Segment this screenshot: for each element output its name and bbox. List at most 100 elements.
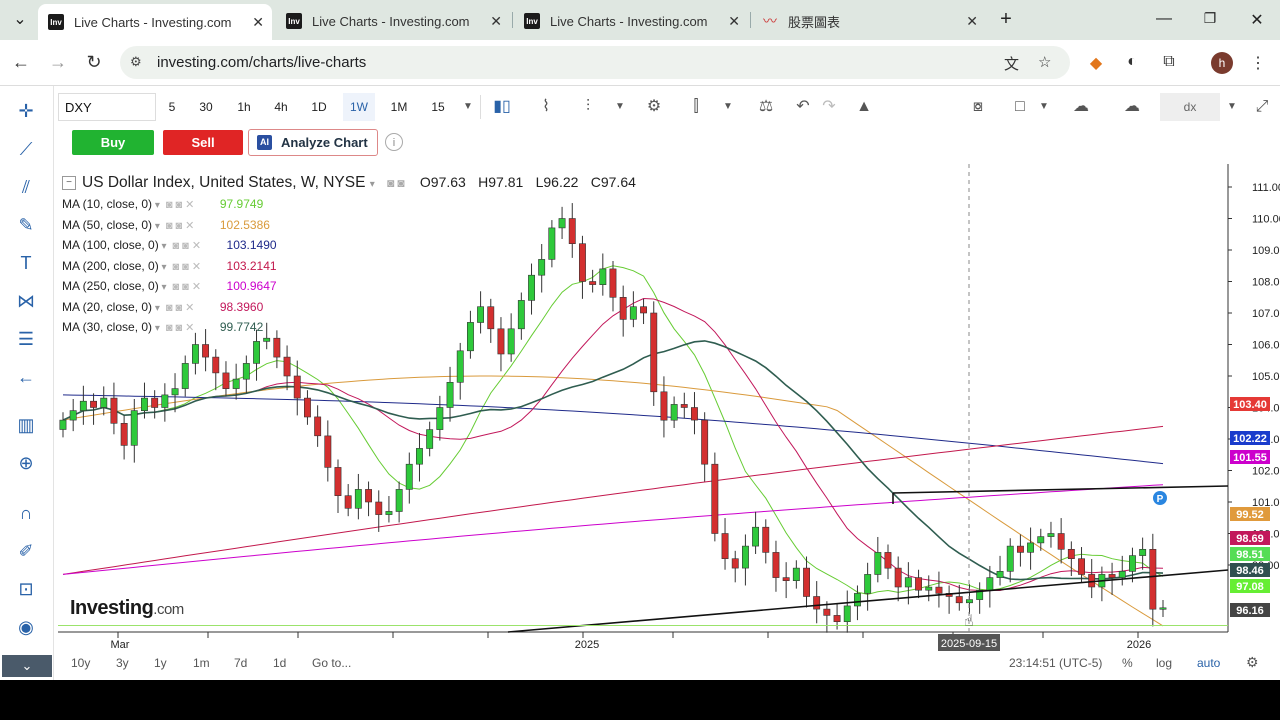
- lock-draw-icon[interactable]: ✐: [13, 538, 39, 564]
- close-icon[interactable]: ✕: [252, 14, 264, 31]
- timeframe-1h[interactable]: 1h: [232, 93, 256, 121]
- back-arrow-icon[interactable]: ←: [13, 364, 39, 390]
- indicators-icon[interactable]: ▥: [13, 412, 39, 438]
- timeframe-30[interactable]: 30: [194, 93, 218, 121]
- chevron-down-icon[interactable]: ▾: [159, 282, 166, 293]
- indicators-icon[interactable]: ⫿: [682, 93, 710, 121]
- chevron-down-icon[interactable]: ▾: [159, 262, 166, 273]
- series-settings-icon[interactable]: ◙◙: [387, 176, 408, 190]
- metamask-icon[interactable]: ◆: [1085, 53, 1107, 73]
- range-7d[interactable]: 7d: [234, 656, 247, 670]
- browser-tab-3[interactable]: Inv Live Charts - Investing.com ✕: [514, 6, 748, 36]
- ma-settings-icon[interactable]: ◙◙✕: [173, 260, 225, 273]
- close-icon[interactable]: ✕: [728, 13, 740, 30]
- range-1y[interactable]: 1y: [154, 656, 167, 670]
- extensions-puzzle-icon[interactable]: ⧉: [1158, 53, 1180, 71]
- goto-date-button[interactable]: Go to...: [312, 656, 351, 670]
- text-tool-icon[interactable]: T: [13, 250, 39, 276]
- timeframe-5[interactable]: 5: [162, 93, 182, 121]
- chevron-down-icon[interactable]: ▾: [159, 241, 166, 252]
- eye-icon[interactable]: ◉: [13, 614, 39, 640]
- omnibox[interactable]: ⚙ investing.com/charts/live-charts 文 ☆: [120, 46, 1070, 79]
- ma-settings-icon[interactable]: ◙◙✕: [173, 280, 225, 293]
- timeframe-15[interactable]: 15: [426, 93, 450, 121]
- percent-toggle[interactable]: %: [1122, 656, 1133, 670]
- browser-tab-4[interactable]: 〰 股票圖表 ✕: [752, 6, 986, 36]
- browser-tab-2[interactable]: Inv Live Charts - Investing.com ✕: [276, 6, 510, 36]
- chevron-down-icon[interactable]: ▼: [606, 93, 634, 121]
- bar-type-icon[interactable]: ⫶: [574, 93, 602, 121]
- ma-settings-icon[interactable]: ◙◙✕: [166, 198, 218, 211]
- close-icon[interactable]: ✕: [490, 13, 502, 30]
- ma-settings-icon[interactable]: ◙◙✕: [173, 239, 225, 252]
- new-tab-icon[interactable]: +: [996, 8, 1016, 31]
- magnet-icon[interactable]: ∩: [13, 500, 39, 526]
- back-arrow-icon[interactable]: ←: [10, 52, 32, 73]
- url-text[interactable]: investing.com/charts/live-charts: [157, 54, 366, 71]
- cloud-upload-icon[interactable]: ☁: [1118, 93, 1146, 121]
- range-1d[interactable]: 1d: [273, 656, 286, 670]
- chevron-down-icon[interactable]: ▾: [152, 323, 160, 334]
- timeframe-1d[interactable]: 1D: [307, 93, 331, 121]
- profile-avatar[interactable]: h: [1211, 52, 1233, 74]
- window-close-icon[interactable]: ✕: [1247, 10, 1267, 30]
- compare-scales-icon[interactable]: ⚖: [752, 93, 780, 121]
- brush-icon[interactable]: ✎: [13, 212, 39, 238]
- collapse-legend-icon[interactable]: −: [62, 176, 76, 190]
- line-chart-icon[interactable]: ⌇: [532, 93, 560, 121]
- chevron-down-icon[interactable]: ▼: [1030, 93, 1058, 121]
- ma-settings-icon[interactable]: ◙◙✕: [166, 301, 218, 314]
- site-info-icon[interactable]: ⚙: [130, 54, 142, 70]
- alert-icon[interactable]: ▲: [850, 93, 878, 121]
- lock-icon[interactable]: ⊡: [13, 576, 39, 602]
- minimize-icon[interactable]: —: [1154, 10, 1174, 28]
- prediction-icon[interactable]: ☰: [13, 326, 39, 352]
- forward-arrow-icon[interactable]: →: [47, 52, 69, 73]
- trend-line-icon[interactable]: ⟋: [13, 136, 39, 162]
- chevron-down-icon[interactable]: ▼: [454, 93, 482, 121]
- tab-search-icon[interactable]: ⌄: [10, 9, 30, 29]
- pattern-icon[interactable]: ⋈: [13, 288, 39, 314]
- info-icon[interactable]: i: [385, 133, 403, 151]
- close-icon[interactable]: ✕: [966, 13, 978, 30]
- extension-shield-icon[interactable]: ◐: [1121, 53, 1143, 71]
- chevron-down-icon[interactable]: ▼: [714, 93, 742, 121]
- dx-button[interactable]: dx: [1160, 93, 1220, 121]
- timeframe-1m[interactable]: 1M: [386, 93, 412, 121]
- reload-icon[interactable]: ↻: [83, 52, 105, 73]
- ma-settings-icon[interactable]: ◙◙✕: [166, 321, 218, 334]
- chevron-down-icon[interactable]: ▼: [1218, 93, 1246, 121]
- cloud-download-icon[interactable]: ☁: [1067, 93, 1095, 121]
- crosshair-icon[interactable]: ✛: [13, 98, 39, 124]
- bookmark-star-icon[interactable]: ☆: [1038, 53, 1051, 71]
- buy-button[interactable]: Buy: [72, 130, 154, 155]
- chevron-down-icon[interactable]: ▾: [152, 303, 160, 314]
- fib-tool-icon[interactable]: ⫽: [13, 174, 39, 200]
- range-10y[interactable]: 10y: [71, 656, 90, 670]
- chevron-down-icon[interactable]: ▾: [152, 200, 160, 211]
- fullscreen-icon[interactable]: ⤢: [1248, 93, 1276, 121]
- range-1m[interactable]: 1m: [193, 656, 210, 670]
- browser-tab-1[interactable]: Inv Live Charts - Investing.com ✕: [38, 4, 272, 40]
- chevron-down-icon[interactable]: ▾: [370, 179, 375, 190]
- gear-icon[interactable]: ⚙: [640, 93, 668, 121]
- analyze-chart-button[interactable]: AI Analyze Chart: [248, 129, 378, 156]
- camera-icon[interactable]: ⧇: [964, 93, 992, 121]
- restore-icon[interactable]: ❐: [1200, 10, 1220, 27]
- timeframe-1w[interactable]: 1W: [343, 93, 375, 121]
- redo-icon[interactable]: ↷: [815, 93, 843, 121]
- ma-settings-icon[interactable]: ◙◙✕: [166, 219, 218, 232]
- undo-icon[interactable]: ↶: [789, 93, 817, 121]
- auto-toggle[interactable]: auto: [1197, 656, 1220, 670]
- zoom-icon[interactable]: ⊕: [13, 450, 39, 476]
- gear-icon[interactable]: ⚙: [1246, 654, 1259, 671]
- timeframe-4h[interactable]: 4h: [269, 93, 293, 121]
- range-3y[interactable]: 3y: [116, 656, 129, 670]
- log-toggle[interactable]: log: [1156, 656, 1172, 670]
- sell-button[interactable]: Sell: [163, 130, 243, 155]
- candles-icon[interactable]: ▮▯: [488, 93, 516, 121]
- translate-icon[interactable]: 文: [1004, 53, 1019, 74]
- menu-dots-icon[interactable]: ⋮: [1247, 53, 1269, 73]
- chevron-down-icon[interactable]: ▾: [152, 221, 160, 232]
- symbol-input[interactable]: DXY: [58, 93, 156, 121]
